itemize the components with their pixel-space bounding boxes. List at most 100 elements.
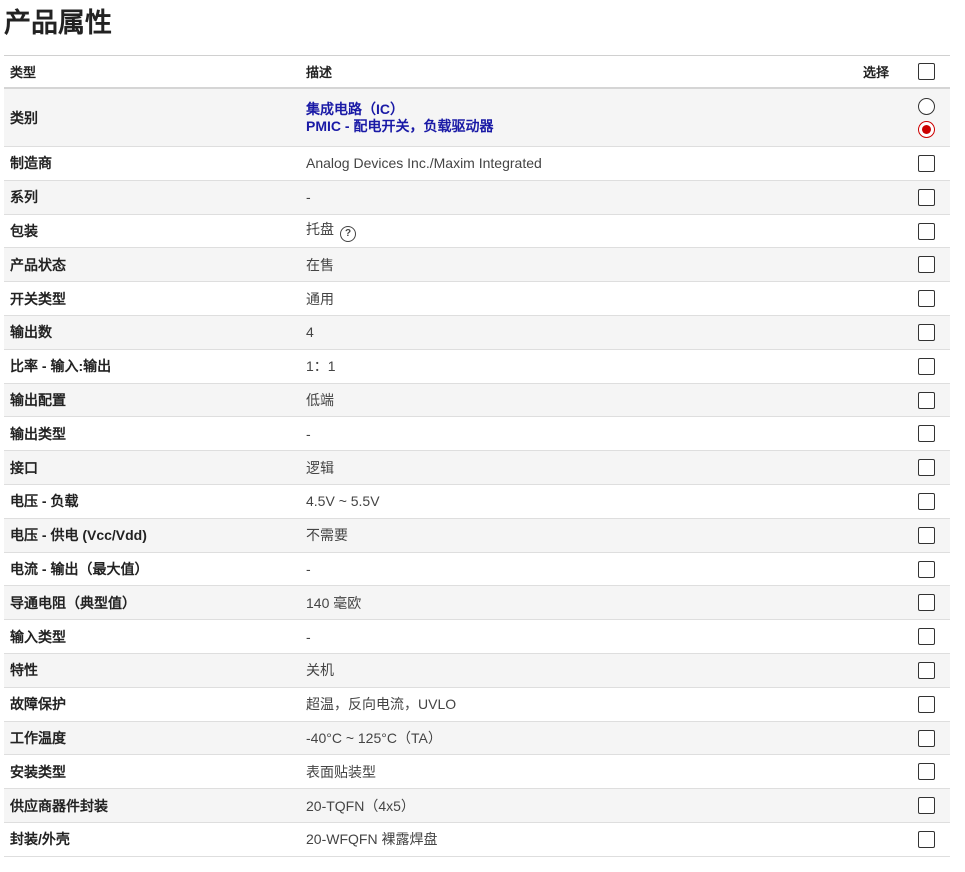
table-row: 系列 - [4, 180, 950, 215]
row-type-label: 系列 [10, 189, 38, 206]
checkbox-box[interactable] [918, 188, 935, 206]
row-desc-wrap: 逻辑 [306, 458, 334, 478]
checkbox-box[interactable] [918, 830, 935, 848]
row-desc-value: 不需要 [306, 527, 348, 544]
row-select-checkbox[interactable] [918, 797, 935, 815]
checkbox-box[interactable] [918, 628, 935, 646]
row-select-checkbox[interactable] [918, 594, 935, 612]
checkbox-box[interactable] [918, 425, 935, 443]
checkbox-box[interactable] [918, 526, 935, 544]
row-desc-wrap: -40°C ~ 125°C（TA） [306, 728, 442, 748]
row-type-label: 输出类型 [10, 425, 66, 442]
table-row: 输入类型 - [4, 620, 950, 654]
checkbox-box[interactable] [918, 323, 935, 341]
row-select-checkbox[interactable] [918, 425, 935, 443]
row-type-label: 安装类型 [10, 763, 66, 780]
row-select-checkbox[interactable] [918, 560, 935, 578]
checkbox-box[interactable] [918, 459, 935, 477]
row-select-checkbox[interactable] [918, 661, 935, 679]
checkbox-box[interactable] [918, 290, 935, 308]
row-select-checkbox[interactable] [918, 256, 935, 274]
table-row: 输出类型 - [4, 417, 950, 452]
category-link-pmic[interactable]: PMIC - 配电开关，负载驱动器 [306, 118, 493, 135]
row-select-checkbox[interactable] [918, 391, 935, 409]
question-circle-icon[interactable]: ? [340, 226, 356, 243]
table-row: 电压 - 负载 4.5V ~ 5.5V [4, 485, 950, 519]
table-row: 导通电阻（典型值） 140 毫欧 [4, 586, 950, 621]
row-desc-value: -40°C ~ 125°C（TA） [306, 729, 442, 746]
row-desc-value: 20-WFQFN 裸露焊盘 [306, 831, 438, 848]
table-row-category: 类别 集成电路（IC） PMIC - 配电开关，负载驱动器 [4, 89, 950, 147]
category-radio-group [918, 98, 938, 144]
category-radio-pmic[interactable] [918, 121, 935, 138]
row-type-label: 电压 - 负载 [10, 493, 79, 510]
row-select-checkbox[interactable] [918, 459, 935, 477]
row-select-checkbox[interactable] [918, 222, 935, 240]
row-select-checkbox[interactable] [918, 763, 935, 781]
row-select-checkbox[interactable] [918, 729, 935, 747]
row-select-checkbox[interactable] [918, 492, 935, 510]
row-select-checkbox[interactable] [918, 695, 935, 713]
row-desc-wrap: - [306, 426, 311, 442]
row-select-checkbox[interactable] [918, 155, 935, 172]
checkbox-box[interactable] [918, 594, 935, 612]
checkbox-box[interactable] [918, 729, 935, 747]
checkbox-box[interactable] [918, 560, 935, 578]
table-row: 输出配置 低端 [4, 383, 950, 418]
row-type-label: 类别 [10, 109, 38, 126]
row-desc-value: 逻辑 [306, 459, 334, 476]
category-radio-ic[interactable] [918, 98, 935, 115]
checkbox-box[interactable] [918, 222, 935, 240]
table-row: 制造商 Analog Devices Inc./Maxim Integrated [4, 147, 950, 181]
row-type-label: 产品状态 [10, 256, 66, 273]
table-row: 包装 托盘? [4, 215, 950, 249]
row-type-label: 输出配置 [10, 391, 66, 408]
header-type: 类型 [10, 65, 37, 80]
row-desc-value: 超温，反向电流，UVLO [306, 696, 457, 713]
table-row: 比率 - 输入:输出 1：1 [4, 350, 950, 384]
row-type-label: 输出数 [10, 324, 52, 341]
row-desc-wrap: 超温，反向电流，UVLO [306, 694, 456, 714]
checkbox-box[interactable] [918, 797, 935, 815]
row-desc-wrap: 表面贴装型 [306, 762, 376, 782]
checkbox-box[interactable] [918, 256, 935, 274]
checkbox-box[interactable] [918, 492, 935, 510]
row-desc-wrap: 1：1 [306, 356, 336, 376]
row-desc-wrap: 托盘? [306, 219, 356, 243]
checkbox-box[interactable] [918, 763, 935, 781]
row-desc-value: 低端 [306, 391, 334, 408]
row-select-checkbox[interactable] [918, 526, 935, 544]
table-row: 电流 - 输出（最大值） - [4, 553, 950, 587]
row-select-checkbox[interactable] [918, 323, 935, 341]
select-all-checkbox[interactable] [918, 63, 935, 80]
checkbox-box[interactable] [918, 63, 935, 80]
row-desc-wrap: 低端 [306, 390, 334, 410]
category-link-ic[interactable]: 集成电路（IC） [306, 101, 493, 118]
row-desc-wrap: 关机 [306, 660, 334, 680]
table-header: 类型 描述 选择 [4, 56, 950, 89]
row-select-checkbox[interactable] [918, 290, 935, 308]
table-row: 输出数 4 [4, 315, 950, 350]
checkbox-box[interactable] [918, 391, 935, 409]
table-row: 封装/外壳 20-WFQFN 裸露焊盘 [4, 823, 950, 857]
row-type-label: 特性 [10, 662, 38, 679]
checkbox-box[interactable] [918, 695, 935, 713]
row-desc-wrap: - [306, 629, 311, 645]
row-select-checkbox[interactable] [918, 628, 935, 646]
row-desc-value: 关机 [306, 662, 334, 679]
table-row: 安装类型 表面贴装型 [4, 755, 950, 790]
page-title: 产品属性 [4, 8, 112, 38]
row-desc-value: Analog Devices Inc./Maxim Integrated [306, 155, 542, 172]
checkbox-box[interactable] [918, 357, 935, 375]
header-desc: 描述 [306, 65, 333, 80]
row-desc-value: 通用 [306, 290, 334, 307]
table-row: 特性 关机 [4, 653, 950, 688]
row-desc-wrap: 20-WFQFN 裸露焊盘 [306, 829, 437, 849]
row-select-checkbox[interactable] [918, 188, 935, 206]
row-type-label: 供应商器件封装 [10, 797, 108, 814]
checkbox-box[interactable] [918, 155, 935, 172]
row-select-checkbox[interactable] [918, 830, 935, 848]
checkbox-box[interactable] [918, 661, 935, 679]
row-select-checkbox[interactable] [918, 357, 935, 375]
row-desc-value: 表面贴装型 [306, 763, 376, 780]
